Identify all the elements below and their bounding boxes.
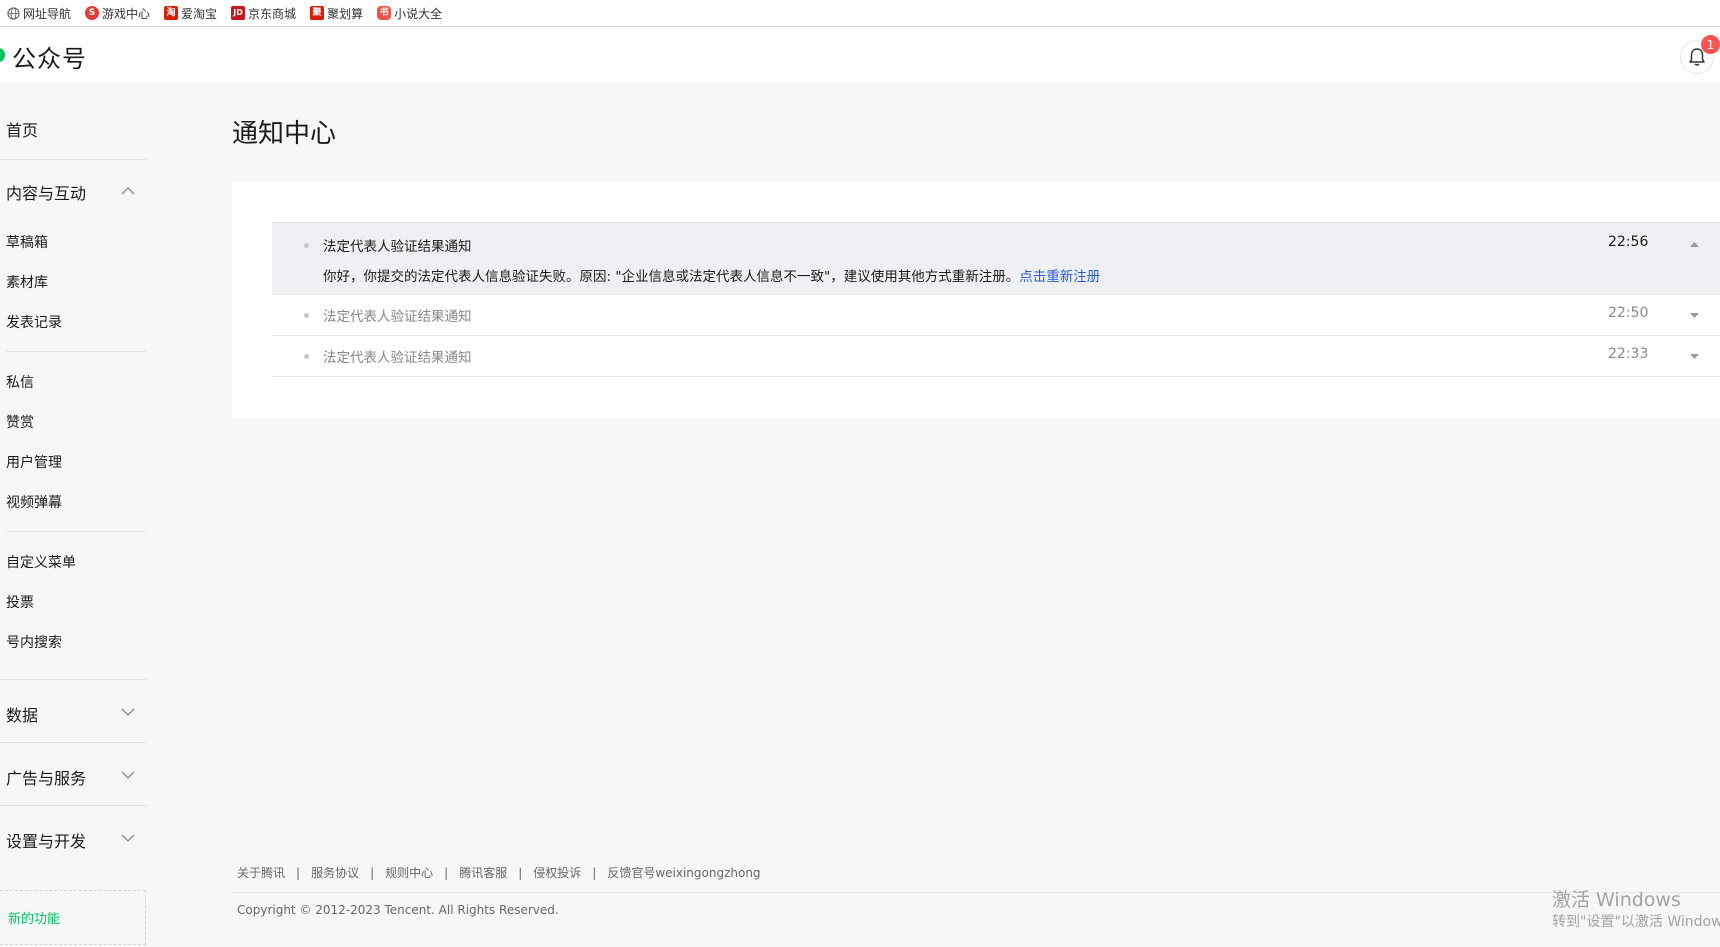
notification-row[interactable]: 法定代表人验证结果通知 22:33 <box>272 336 1720 377</box>
notification-row[interactable]: 法定代表人验证结果通知 22:50 <box>272 295 1720 336</box>
footer-link-rules[interactable]: 规则中心 <box>385 864 433 881</box>
new-feature-panel[interactable]: 新的功能 <box>0 890 146 945</box>
bookmark-novels[interactable]: 书 小说大全 <box>377 5 442 22</box>
bookmark-label: 小说大全 <box>394 6 443 21</box>
sidebar-group-data[interactable]: 数据 <box>6 702 38 726</box>
sidebar-item-publish-records[interactable]: 发表记录 <box>6 312 62 332</box>
sidebar-item-messages[interactable]: 私信 <box>6 372 34 392</box>
bookmark-games[interactable]: S 游戏中心 <box>85 5 150 22</box>
novel-icon: 书 <box>377 6 392 20</box>
re-register-link[interactable]: 点击重新注册 <box>1019 269 1100 285</box>
sidebar-item-custom-menu[interactable]: 自定义菜单 <box>6 552 76 572</box>
brand-title[interactable]: 公众号 <box>12 39 87 74</box>
windows-activation-hint: 转到"设置"以激活 Windows。 <box>1552 914 1720 930</box>
notification-time: 22:56 <box>1608 234 1649 250</box>
notification-row[interactable]: 法定代表人验证结果通知 22:56 你好，你提交的法定代表人信息验证失败。原因:… <box>272 222 1720 295</box>
copyright: Copyright © 2012-2023 Tencent. All Right… <box>237 903 559 917</box>
footer-separator: | <box>444 865 449 880</box>
caret-down-icon[interactable] <box>1690 354 1699 359</box>
sidebar-item-home[interactable]: 首页 <box>6 117 38 141</box>
notification-list: 法定代表人验证结果通知 22:56 你好，你提交的法定代表人信息验证失败。原因:… <box>232 182 1720 418</box>
footer-link-support[interactable]: 腾讯客服 <box>459 864 507 881</box>
bullet-icon <box>304 313 309 318</box>
notification-title: 法定代表人验证结果通知 <box>323 350 472 366</box>
bookmarks-bar: 网址导航 S 游戏中心 淘 爱淘宝 JD 京东商城 聚 聚划算 书 小说大全 <box>0 0 1720 27</box>
bookmark-taobao[interactable]: 淘 爱淘宝 <box>164 5 217 22</box>
sidebar-divider <box>6 531 146 532</box>
sidebar-item-vote[interactable]: 投票 <box>6 592 34 612</box>
notification-button[interactable]: 1 <box>1680 35 1720 74</box>
sidebar-group-settings[interactable]: 设置与开发 <box>6 828 86 852</box>
footer-separator: | <box>296 865 301 880</box>
sidebar: 首页 内容与互动 草稿箱 素材库 发表记录 私信 赞赏 用户管理 视频弹幕 自定… <box>0 84 147 947</box>
footer-link-about[interactable]: 关于腾讯 <box>237 864 285 881</box>
bookmark-nav[interactable]: 网址导航 <box>6 5 71 22</box>
notification-body: 你好，你提交的法定代表人信息验证失败。原因: "企业信息或法定代表人信息不一致"… <box>323 265 1100 285</box>
sidebar-divider <box>0 805 147 806</box>
footer-link-feedback[interactable]: 反馈官号weixingongzhong <box>607 864 760 881</box>
new-feature-label: 新的功能 <box>8 912 61 927</box>
sidebar-item-users[interactable]: 用户管理 <box>6 452 62 472</box>
sidebar-item-rewards[interactable]: 赞赏 <box>6 412 34 432</box>
bookmark-label: 爱淘宝 <box>181 6 218 21</box>
caret-up-icon[interactable] <box>1690 242 1699 247</box>
windows-activation-watermark: 激活 Windows <box>1552 889 1681 911</box>
footer-divider <box>232 892 1720 893</box>
notification-title: 法定代表人验证结果通知 <box>323 309 472 325</box>
chevron-up-icon[interactable] <box>121 186 135 195</box>
notification-time: 22:33 <box>1608 346 1649 362</box>
juhuasuan-icon: 聚 <box>310 6 325 20</box>
notification-badge: 1 <box>1701 35 1720 54</box>
sidebar-item-video-danmaku[interactable]: 视频弹幕 <box>6 492 62 512</box>
chevron-down-icon[interactable] <box>121 771 135 780</box>
globe-icon <box>6 6 20 20</box>
footer-separator: | <box>592 865 597 880</box>
sidebar-divider <box>0 742 147 743</box>
bookmark-juhuasuan[interactable]: 聚 聚划算 <box>310 5 363 22</box>
chevron-down-icon[interactable] <box>121 834 135 843</box>
notification-body-text: 你好，你提交的法定代表人信息验证失败。原因: "企业信息或法定代表人信息不一致"… <box>323 269 1020 285</box>
sidebar-divider <box>6 351 146 352</box>
sidebar-group-ads[interactable]: 广告与服务 <box>6 765 86 789</box>
footer-link-complaint[interactable]: 侵权投诉 <box>533 864 581 881</box>
footer-link-terms[interactable]: 服务协议 <box>311 864 359 881</box>
jd-icon: JD <box>231 6 246 20</box>
sidebar-item-materials[interactable]: 素材库 <box>6 272 48 292</box>
chevron-down-icon[interactable] <box>121 708 135 717</box>
bookmark-label: 网址导航 <box>23 6 72 21</box>
page-title: 通知中心 <box>232 119 337 149</box>
sidebar-divider <box>0 159 147 160</box>
bookmark-label: 京东商城 <box>248 6 297 21</box>
caret-down-icon[interactable] <box>1690 313 1699 318</box>
taobao-icon: 淘 <box>164 6 179 20</box>
logo-icon <box>0 48 5 62</box>
bullet-icon <box>304 354 309 359</box>
sidebar-item-search[interactable]: 号内搜索 <box>6 632 62 652</box>
game-icon: S <box>85 6 100 20</box>
bookmark-label: 聚划算 <box>327 6 364 21</box>
footer-separator: | <box>518 865 523 880</box>
footer-separator: | <box>370 865 375 880</box>
notification-time: 22:50 <box>1608 305 1649 321</box>
sidebar-group-content[interactable]: 内容与互动 <box>6 180 86 204</box>
sidebar-divider <box>0 679 147 680</box>
top-header: 公众号 1 <box>0 27 1720 83</box>
bullet-icon <box>304 243 309 248</box>
footer-links: 关于腾讯 | 服务协议 | 规则中心 | 腾讯客服 | 侵权投诉 | 反馈官号w… <box>237 864 761 881</box>
bookmark-jd[interactable]: JD 京东商城 <box>231 5 296 22</box>
sidebar-item-drafts[interactable]: 草稿箱 <box>6 232 48 252</box>
notification-title: 法定代表人验证结果通知 <box>323 239 472 255</box>
bookmark-label: 游戏中心 <box>102 6 151 21</box>
